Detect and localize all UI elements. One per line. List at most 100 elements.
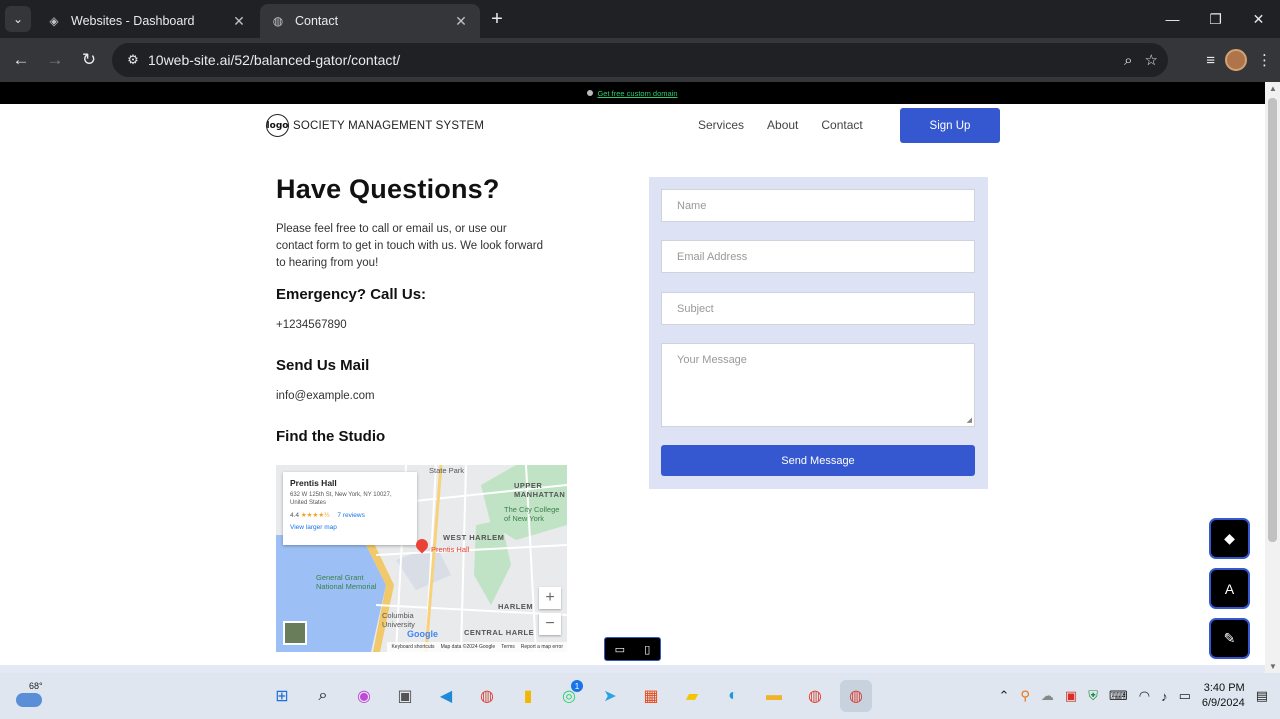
page-scrollbar[interactable]: ▲ ▼ bbox=[1265, 82, 1280, 673]
close-icon[interactable]: ✕ bbox=[230, 13, 248, 30]
main-nav: Services About Contact bbox=[698, 118, 886, 132]
report-map-error-link[interactable]: Report a map error bbox=[521, 644, 563, 650]
nav-services[interactable]: Services bbox=[698, 118, 744, 132]
zoom-out-button[interactable]: − bbox=[539, 613, 561, 635]
map-label: CENTRAL HARLE bbox=[464, 628, 535, 637]
style-tool-button[interactable]: A bbox=[1209, 568, 1250, 609]
vscode-icon[interactable]: ◀ bbox=[430, 680, 462, 712]
app-tray-icon[interactable]: ▣ bbox=[1065, 688, 1077, 704]
custom-domain-text: Get free custom domain bbox=[597, 88, 678, 98]
new-tab-button[interactable]: + bbox=[486, 8, 508, 31]
search-icon[interactable]: ⌕ bbox=[307, 680, 339, 712]
bookmark-star-icon[interactable]: ☆ bbox=[1145, 51, 1158, 69]
message-field[interactable]: Your Message ◢ bbox=[661, 343, 975, 427]
map-place-name: Prentis Hall bbox=[290, 478, 337, 488]
map-label: Columbia University bbox=[382, 611, 415, 629]
tab-search-button[interactable]: ⌄ bbox=[5, 6, 31, 32]
close-icon[interactable]: ✕ bbox=[452, 13, 470, 30]
embedded-map[interactable]: Prentis Hall 632 W 125th St, New York, N… bbox=[276, 465, 567, 652]
chevron-up-icon[interactable]: ⌃ bbox=[998, 688, 1009, 704]
volume-icon[interactable]: ♪ bbox=[1161, 689, 1168, 704]
chrome-icon[interactable]: ◍ bbox=[471, 680, 503, 712]
keyboard-icon[interactable]: ⌨ bbox=[1109, 688, 1128, 704]
weather-widget[interactable]: 68° bbox=[16, 681, 46, 711]
search-tray-icon[interactable]: ⚲ bbox=[1020, 688, 1030, 704]
signup-button[interactable]: Sign Up bbox=[900, 108, 1000, 143]
office-icon[interactable]: ▦ bbox=[635, 680, 667, 712]
email-field[interactable]: Email Address bbox=[661, 240, 975, 273]
nav-contact[interactable]: Contact bbox=[821, 118, 862, 132]
zoom-in-button[interactable]: + bbox=[539, 587, 561, 609]
edit-pencil-button[interactable]: ✎ bbox=[1209, 618, 1250, 659]
map-label: State Park bbox=[429, 466, 465, 475]
notification-icon[interactable]: ▤ bbox=[1256, 688, 1268, 704]
tab-websites-dashboard[interactable]: ◈ Websites - Dashboard ✕ bbox=[36, 4, 258, 38]
name-field[interactable]: Name bbox=[661, 189, 975, 222]
close-window-button[interactable]: ✕ bbox=[1237, 0, 1280, 38]
window-controls: — ❐ ✕ bbox=[1151, 0, 1280, 38]
wifi-icon[interactable]: ◠ bbox=[1139, 688, 1150, 704]
onedrive-icon[interactable]: ☁ bbox=[1041, 688, 1054, 704]
file-explorer-icon[interactable]: ▬ bbox=[758, 680, 790, 712]
minimize-button[interactable]: — bbox=[1151, 0, 1194, 38]
reload-button[interactable]: ↻ bbox=[72, 43, 106, 77]
tab-contact[interactable]: ◍ Contact ✕ bbox=[260, 4, 480, 38]
rating-value: 4.4 bbox=[290, 512, 300, 519]
info-dot-icon bbox=[587, 90, 594, 96]
browser-toolbar: ← → ↻ ⚙ 10web-site.ai/52/balanced-gator/… bbox=[0, 38, 1280, 82]
site-info-icon[interactable]: ⚙ bbox=[118, 52, 148, 68]
send-message-button[interactable]: Send Message bbox=[661, 445, 975, 476]
resize-handle-icon[interactable]: ◢ bbox=[967, 416, 972, 424]
scroll-thumb[interactable] bbox=[1268, 98, 1277, 542]
subject-field[interactable]: Subject bbox=[661, 292, 975, 325]
nav-about[interactable]: About bbox=[767, 118, 798, 132]
chrome-profile-icon[interactable]: ◍ bbox=[799, 680, 831, 712]
address-bar[interactable]: ⚙ 10web-site.ai/52/balanced-gator/contac… bbox=[112, 43, 1168, 77]
back-button[interactable]: ← bbox=[4, 43, 38, 77]
page-viewport: Get free custom domain logo SOCIETY MANA… bbox=[0, 82, 1265, 673]
edge-icon[interactable]: ◐ bbox=[717, 680, 749, 712]
battery-icon[interactable]: ▭ bbox=[1179, 688, 1191, 704]
zoom-icon[interactable]: ⌕ bbox=[1124, 52, 1132, 69]
media-control-icon[interactable]: ≡ bbox=[1206, 52, 1215, 69]
reviews-link[interactable]: 7 reviews bbox=[337, 512, 364, 519]
view-larger-map-link[interactable]: View larger map bbox=[290, 524, 410, 531]
file-icon[interactable]: ▮ bbox=[512, 680, 544, 712]
desktop-view-icon[interactable]: ▭ bbox=[615, 643, 625, 656]
telegram-icon[interactable]: ➤ bbox=[594, 680, 626, 712]
satellite-toggle[interactable] bbox=[283, 621, 307, 645]
taskbar-apps: ⊞ ⌕ ◉ ▣ ◀ ◍ ▮ ◎ 1 ➤ ▦ ▰ ◐ ▬ ◍ ◍ bbox=[266, 680, 872, 712]
intro-text: Please feel free to call or email us, or… bbox=[276, 223, 543, 269]
email-address[interactable]: info@example.com bbox=[276, 390, 576, 402]
custom-domain-link[interactable]: Get free custom domain bbox=[587, 88, 678, 98]
map-address: 632 W 125th St, New York, NY 10027, Unit… bbox=[290, 492, 392, 506]
menu-kebab-icon[interactable]: ⋮ bbox=[1257, 51, 1272, 69]
tab-title: Websites - Dashboard bbox=[71, 14, 195, 28]
start-menu-icon[interactable]: ⊞ bbox=[266, 680, 298, 712]
whatsapp-icon[interactable]: ◎ 1 bbox=[553, 680, 585, 712]
scroll-down-icon[interactable]: ▼ bbox=[1269, 662, 1277, 671]
phone-number[interactable]: +1234567890 bbox=[276, 319, 576, 331]
sticky-notes-icon[interactable]: ▰ bbox=[676, 680, 708, 712]
map-data-text: Map data ©2024 Google bbox=[440, 644, 496, 650]
map-label: WEST HARLEM bbox=[443, 533, 505, 542]
profile-avatar[interactable] bbox=[1225, 49, 1247, 71]
forward-button[interactable]: → bbox=[38, 43, 72, 77]
scroll-up-icon[interactable]: ▲ bbox=[1269, 84, 1277, 93]
mobile-view-icon[interactable]: ▯ bbox=[644, 643, 650, 656]
site-logo[interactable]: logo SOCIETY MANAGEMENT SYSTEM bbox=[266, 114, 484, 137]
brand-name: SOCIETY MANAGEMENT SYSTEM bbox=[293, 119, 485, 132]
google-logo: Google bbox=[407, 629, 438, 639]
terms-link[interactable]: Terms bbox=[501, 644, 515, 650]
restore-button[interactable]: ❐ bbox=[1194, 0, 1237, 38]
keyboard-shortcuts-link[interactable]: Keyboard shortcuts bbox=[391, 644, 434, 650]
copilot-icon[interactable]: ◉ bbox=[348, 680, 380, 712]
chrome-active-icon[interactable]: ◍ bbox=[840, 680, 872, 712]
map-rating: 4.4 ★★★★½ 7 reviews bbox=[290, 511, 410, 519]
clock[interactable]: 3:40 PM 6/9/2024 bbox=[1202, 681, 1245, 711]
diamond-tool-button[interactable]: ◆ bbox=[1209, 518, 1250, 559]
message-placeholder: Your Message bbox=[677, 354, 747, 366]
url-text[interactable]: 10web-site.ai/52/balanced-gator/contact/ bbox=[148, 52, 400, 68]
security-icon[interactable]: ⛨ bbox=[1088, 688, 1098, 704]
task-view-icon[interactable]: ▣ bbox=[389, 680, 421, 712]
